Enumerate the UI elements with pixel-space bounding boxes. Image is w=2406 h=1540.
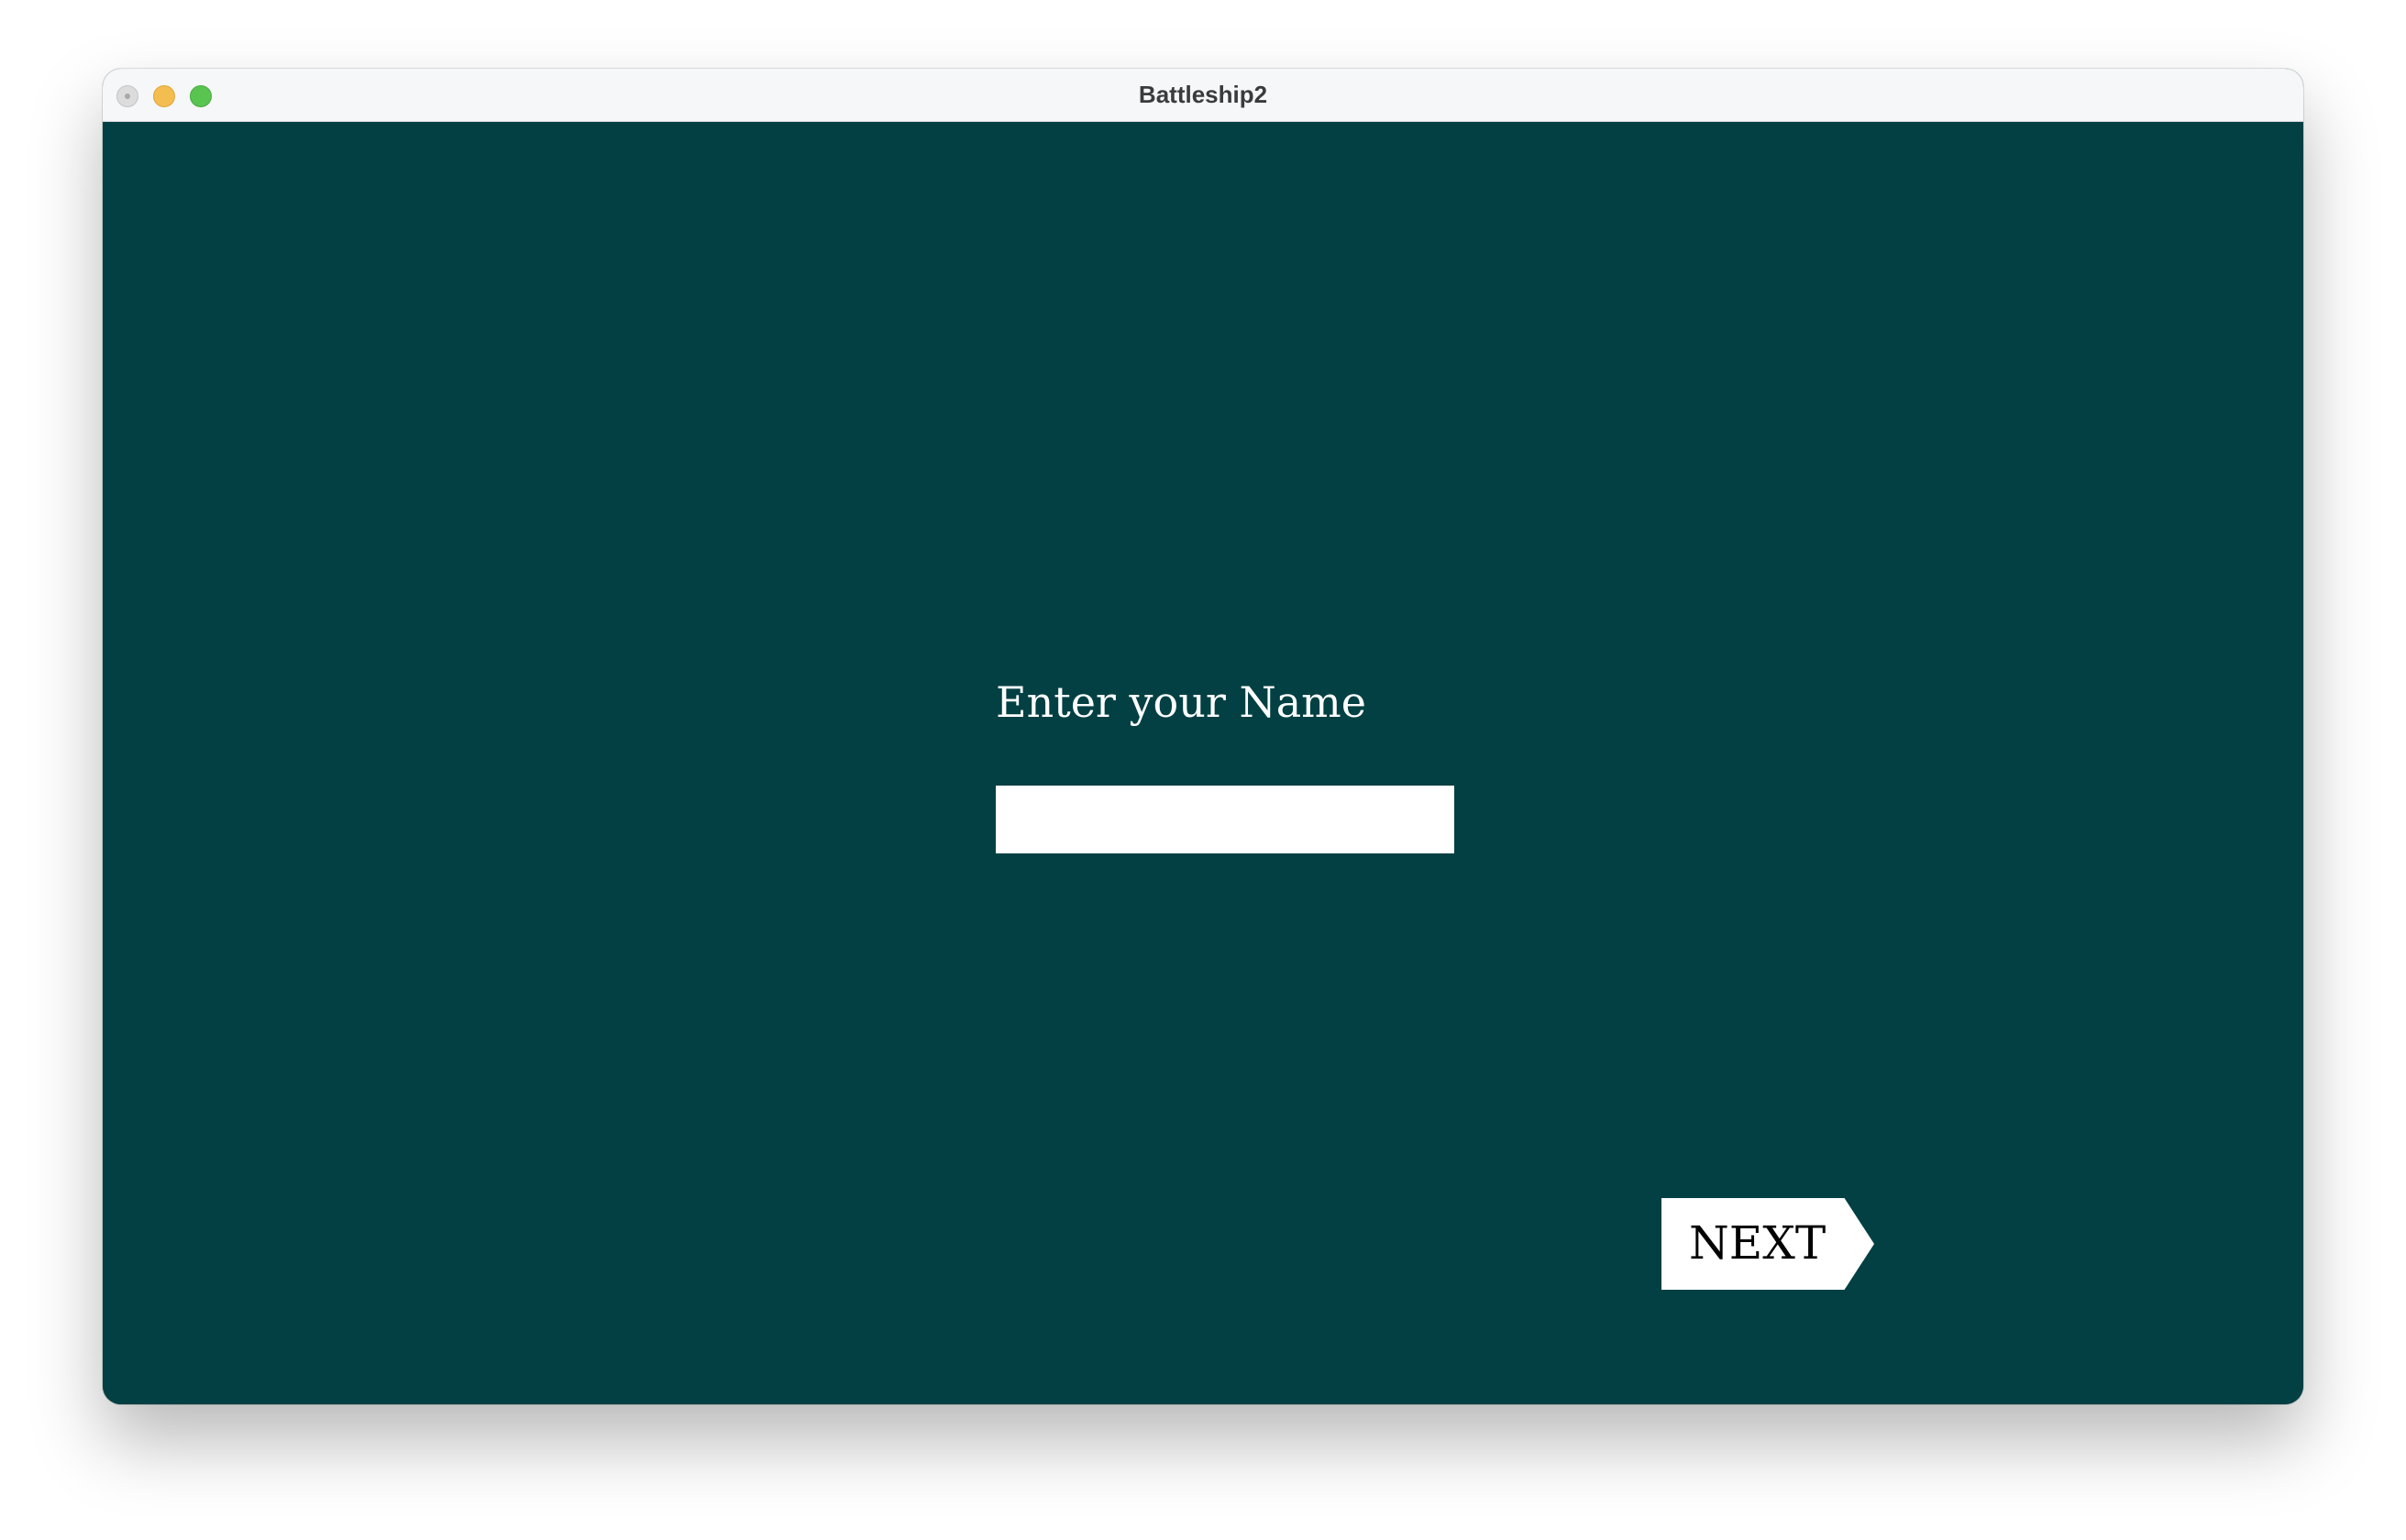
next-button[interactable]: NEXT xyxy=(1661,1198,1874,1290)
title-bar: Battleship2 xyxy=(103,69,2303,122)
app-window: Battleship2 Enter your Name NEXT xyxy=(103,69,2303,1404)
name-prompt-label: Enter your Name xyxy=(996,677,1366,727)
next-button-label: NEXT xyxy=(1689,1216,1827,1270)
name-input[interactable] xyxy=(996,786,1454,853)
main-content: Enter your Name NEXT xyxy=(103,122,2303,1404)
window-title: Battleship2 xyxy=(1138,81,1268,108)
